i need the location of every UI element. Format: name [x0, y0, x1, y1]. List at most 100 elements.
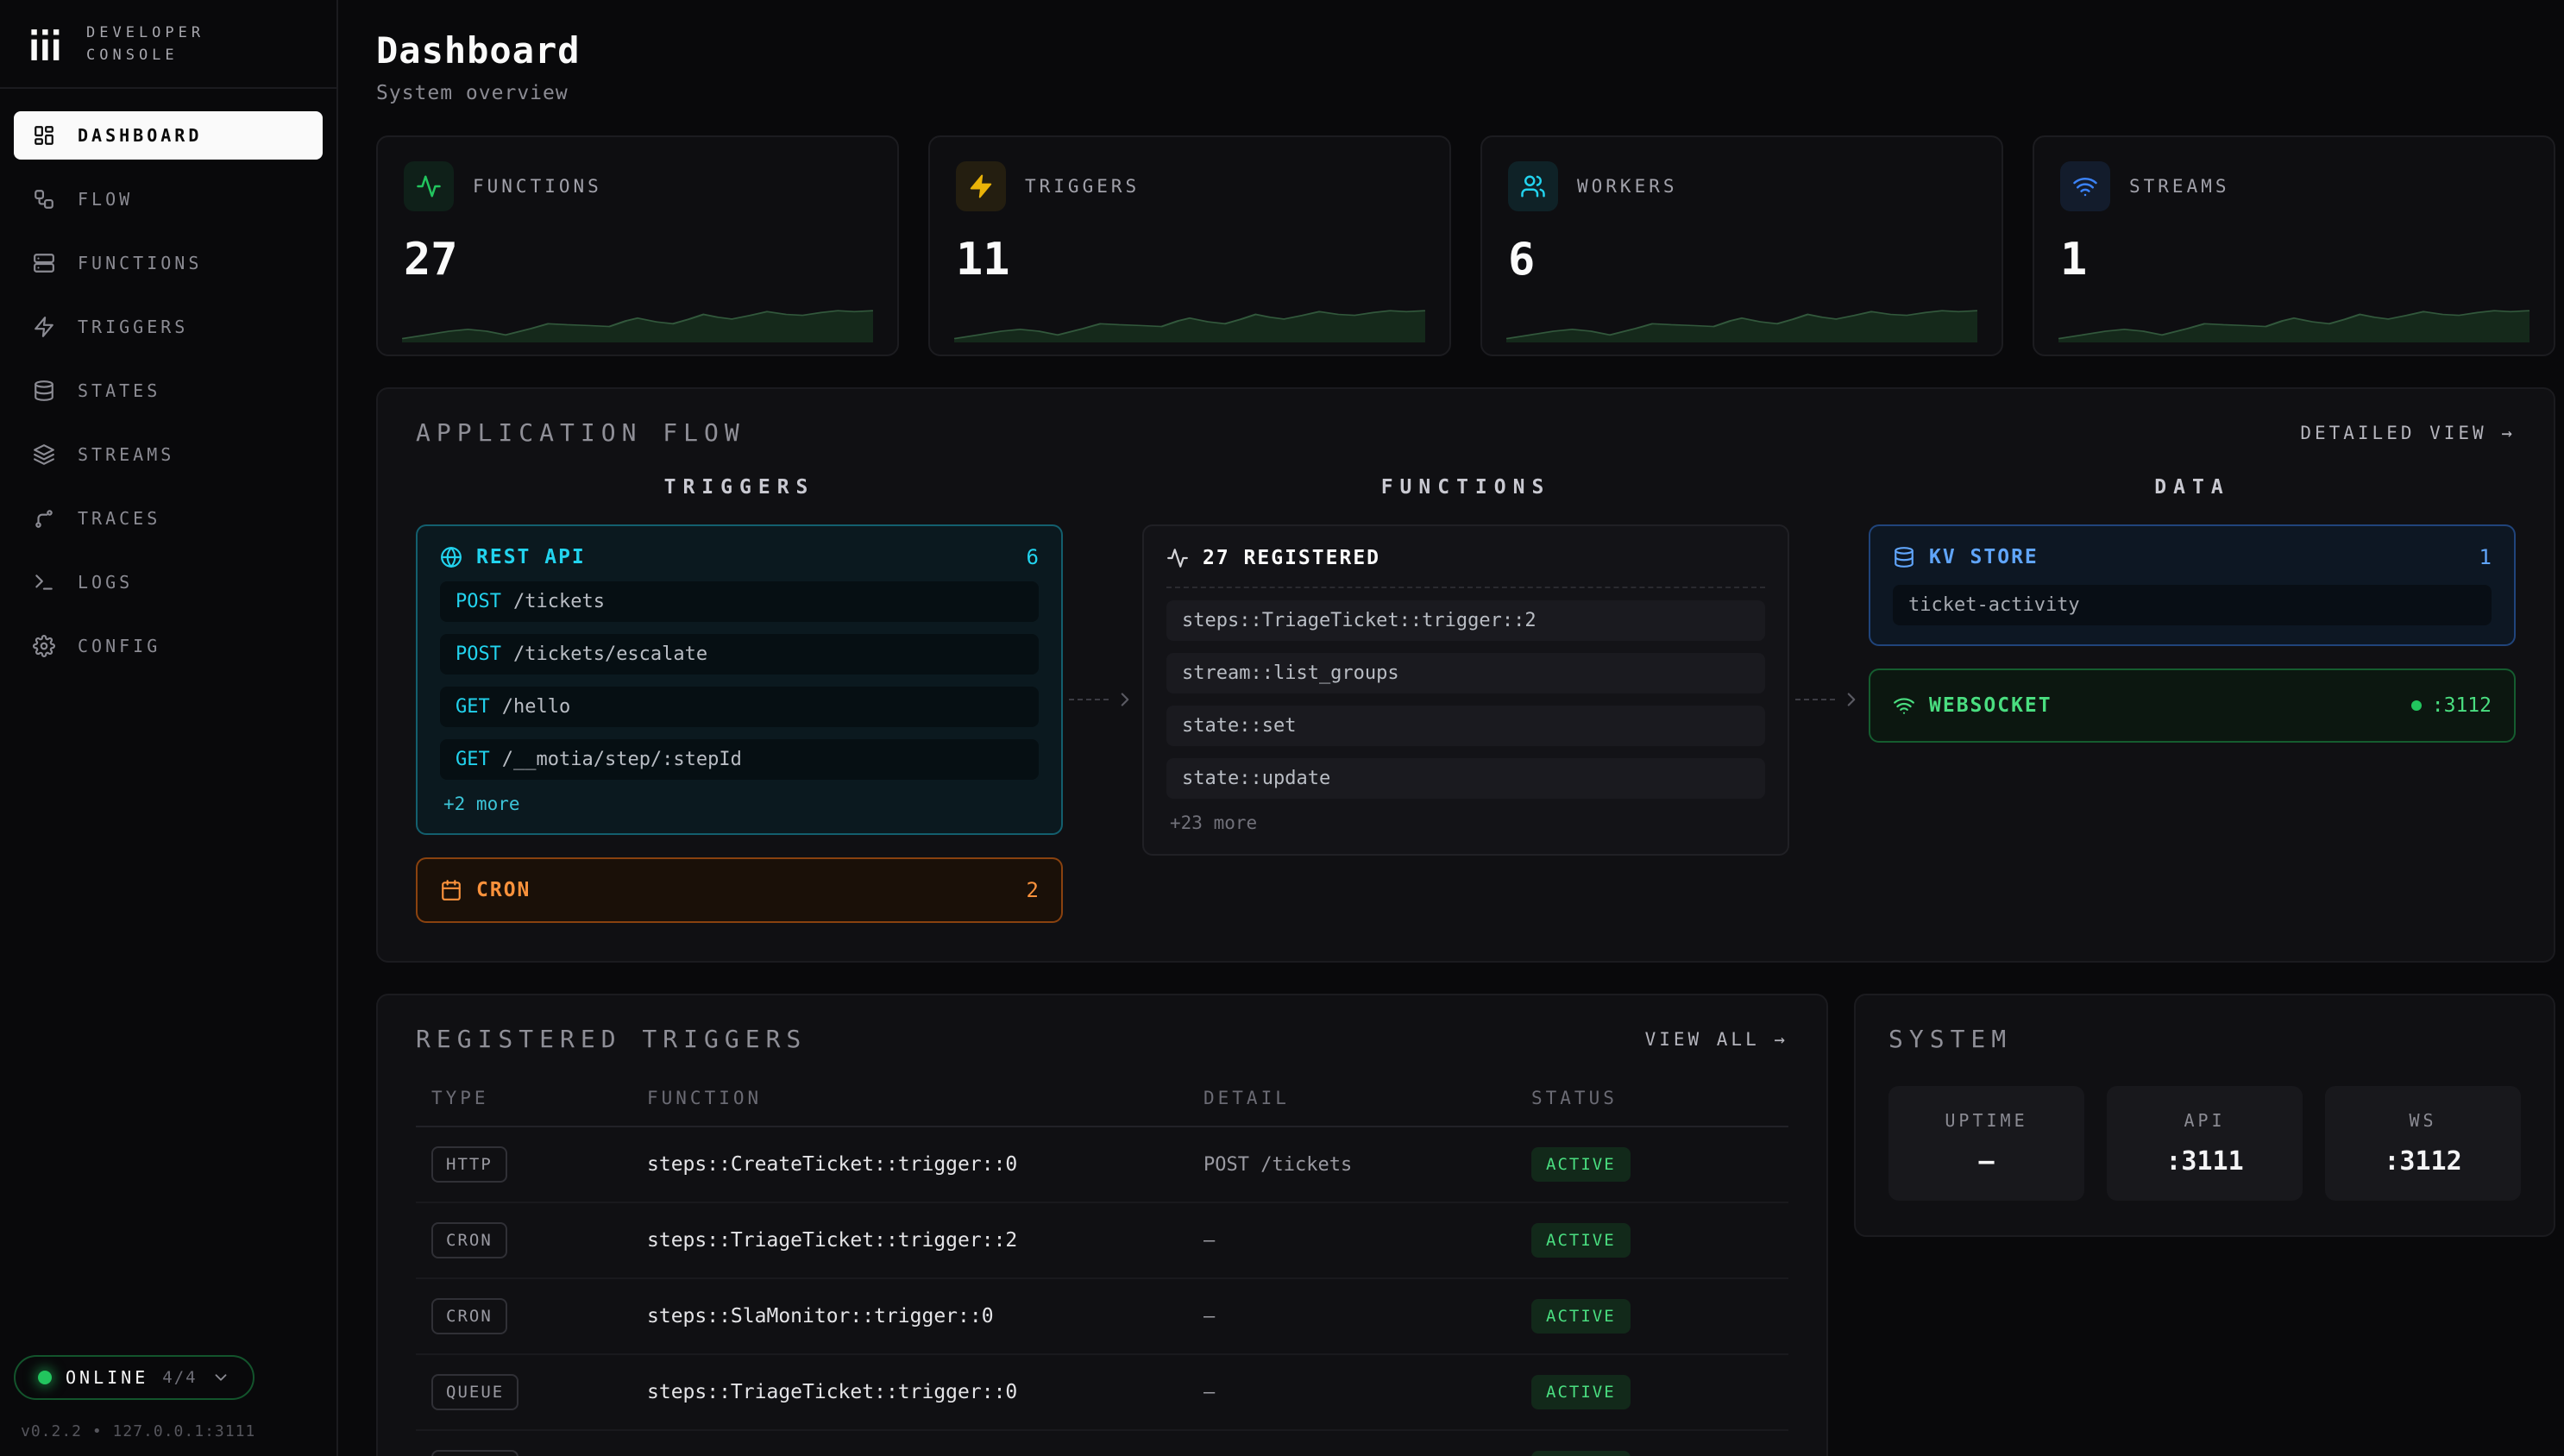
sidebar-item-functions[interactable]: FUNCTIONS — [14, 239, 323, 287]
rest-route-row[interactable]: GET/hello — [440, 687, 1039, 727]
activity-icon — [1166, 547, 1189, 569]
function-row[interactable]: steps::TriageTicket::trigger::2 — [1166, 600, 1765, 641]
status-badge: ACTIVE — [1531, 1147, 1631, 1182]
sidebar-item-label: TRIGGERS — [78, 317, 188, 337]
sidebar-item-logs[interactable]: LOGS — [14, 558, 323, 606]
sidebar-item-label: STREAMS — [78, 444, 174, 465]
traces-icon — [33, 507, 55, 530]
sparkline-chart — [402, 298, 873, 342]
sidebar-item-label: STATES — [78, 380, 160, 401]
sparkline-chart — [2058, 298, 2529, 342]
stat-card-functions[interactable]: FUNCTIONS 27 — [376, 135, 899, 356]
brand-text: DEVELOPER CONSOLE — [86, 22, 204, 66]
kv-store-card[interactable]: KV STORE 1 ticket-activity — [1869, 524, 2516, 646]
rest-api-title: REST API — [476, 546, 586, 568]
stats-row: FUNCTIONS 27 TRIGGERS 11 WORKERS 6 STREA… — [376, 135, 2555, 356]
streams-icon — [33, 443, 55, 466]
sidebar-item-dashboard[interactable]: DASHBOARD — [14, 111, 323, 160]
sidebar-item-streams[interactable]: STREAMS — [14, 430, 323, 479]
rest-api-card[interactable]: REST API 6 POST/tickets POST/tickets/esca… — [416, 524, 1063, 835]
websocket-title: WEBSOCKET — [1929, 694, 2052, 717]
route-method: GET — [456, 696, 490, 718]
globe-icon — [440, 546, 462, 568]
sidebar: DEVELOPER CONSOLE DASHBOARD FLOW FUNCTIONS… — [0, 0, 338, 1456]
detailed-view-link[interactable]: DETAILED VIEW → — [2300, 423, 2516, 443]
flow-arrow-icon — [1789, 476, 1869, 923]
functions-card[interactable]: 27 REGISTERED steps::TriageTicket::trigg… — [1142, 524, 1789, 856]
functions-registered-count: 27 REGISTERED — [1203, 547, 1380, 569]
trigger-type-badge: QUEUE — [431, 1450, 518, 1456]
status-badge: ACTIVE — [1531, 1223, 1631, 1258]
rest-route-row[interactable]: POST/tickets — [440, 581, 1039, 622]
sidebar-item-label: LOGS — [78, 572, 133, 593]
trigger-type-badge: CRON — [431, 1298, 507, 1334]
stat-card-streams[interactable]: STREAMS 1 — [2033, 135, 2555, 356]
column-header-type: TYPE — [431, 1088, 647, 1108]
sidebar-item-traces[interactable]: TRACES — [14, 494, 323, 543]
function-row[interactable]: stream::list_groups — [1166, 653, 1765, 693]
functions-column-header: FUNCTIONS — [1142, 476, 1789, 499]
function-row[interactable]: state::update — [1166, 758, 1765, 799]
stat-value: 6 — [1508, 234, 1976, 286]
stat-value: 27 — [404, 234, 871, 286]
sidebar-item-label: DASHBOARD — [78, 125, 202, 146]
rest-route-row[interactable]: POST/tickets/escalate — [440, 634, 1039, 675]
system-metric-value: :3112 — [2332, 1146, 2514, 1177]
route-path: /tickets/escalate — [513, 643, 707, 665]
application-flow-panel: APPLICATION FLOW DETAILED VIEW → TRIGGER… — [376, 387, 2555, 963]
brand: DEVELOPER CONSOLE — [0, 0, 336, 89]
rest-route-row[interactable]: GET/__motia/step/:stepId — [440, 739, 1039, 780]
trigger-function: steps::TriageTicket::trigger::0 — [647, 1381, 1203, 1403]
stat-value: 11 — [956, 234, 1423, 286]
data-column-header: DATA — [1869, 476, 2516, 499]
flow-arrow-icon — [1063, 476, 1142, 923]
view-all-link[interactable]: VIEW ALL → — [1645, 1029, 1788, 1050]
kv-store-item[interactable]: ticket-activity — [1893, 585, 2492, 625]
table-row[interactable]: HTTP steps::CreateTicket::trigger::0 POS… — [416, 1127, 1788, 1203]
online-count: 4/4 — [162, 1368, 197, 1387]
functions-icon — [33, 252, 55, 274]
app-logo-icon — [26, 25, 66, 65]
trigger-detail: — — [1203, 1382, 1531, 1403]
application-flow-title: APPLICATION FLOW — [416, 418, 745, 447]
table-row[interactable]: CRON steps::SlaMonitor::trigger::0 — ACT… — [416, 1279, 1788, 1355]
route-path: /hello — [502, 696, 570, 718]
websocket-card[interactable]: WEBSOCKET :3112 — [1869, 668, 2516, 743]
calendar-icon — [440, 879, 462, 901]
websocket-status-dot-icon — [2411, 700, 2422, 711]
cron-card[interactable]: CRON 2 — [416, 857, 1063, 923]
sidebar-item-config[interactable]: CONFIG — [14, 622, 323, 670]
rest-api-count: 6 — [1027, 545, 1039, 569]
registered-triggers-panel: REGISTERED TRIGGERS VIEW ALL → TYPE FUNC… — [376, 994, 1828, 1456]
sidebar-item-flow[interactable]: FLOW — [14, 175, 323, 223]
users-icon — [1508, 161, 1558, 211]
main-content: Dashboard System overview FUNCTIONS 27 T… — [338, 0, 2564, 1456]
connection-status-pill[interactable]: ONLINE 4/4 — [14, 1355, 255, 1400]
flow-icon — [33, 188, 55, 210]
functions-more-label: +23 more — [1166, 813, 1765, 833]
online-label: ONLINE — [66, 1367, 148, 1388]
trigger-type-badge: HTTP — [431, 1146, 507, 1183]
table-row[interactable]: CRON steps::TriageTicket::trigger::2 — A… — [416, 1203, 1788, 1279]
stat-card-workers[interactable]: WORKERS 6 — [1480, 135, 2003, 356]
sidebar-item-states[interactable]: STATES — [14, 367, 323, 415]
column-header-status: STATUS — [1531, 1088, 1773, 1108]
online-dot-icon — [38, 1371, 52, 1384]
trigger-type-badge: CRON — [431, 1222, 507, 1258]
function-row[interactable]: state::set — [1166, 706, 1765, 746]
stat-card-triggers[interactable]: TRIGGERS 11 — [928, 135, 1451, 356]
websocket-port: :3112 — [2432, 694, 2492, 717]
cron-count: 2 — [1027, 878, 1039, 902]
registered-triggers-title: REGISTERED TRIGGERS — [416, 1025, 807, 1053]
sidebar-item-triggers[interactable]: TRIGGERS — [14, 303, 323, 351]
table-row[interactable]: QUEUE steps::NotifyCustomer::trigger::0 … — [416, 1431, 1788, 1456]
status-badge: ACTIVE — [1531, 1375, 1631, 1409]
cron-title: CRON — [476, 879, 531, 901]
system-metric-label: API — [2114, 1110, 2296, 1131]
column-header-detail: DETAIL — [1203, 1088, 1531, 1108]
table-row[interactable]: QUEUE steps::TriageTicket::trigger::0 — … — [416, 1355, 1788, 1431]
rest-api-more-link[interactable]: +2 more — [440, 794, 520, 814]
trigger-function: steps::CreateTicket::trigger::0 — [647, 1153, 1203, 1176]
system-metric-value: :3111 — [2114, 1146, 2296, 1177]
wifi-icon — [2060, 161, 2110, 211]
